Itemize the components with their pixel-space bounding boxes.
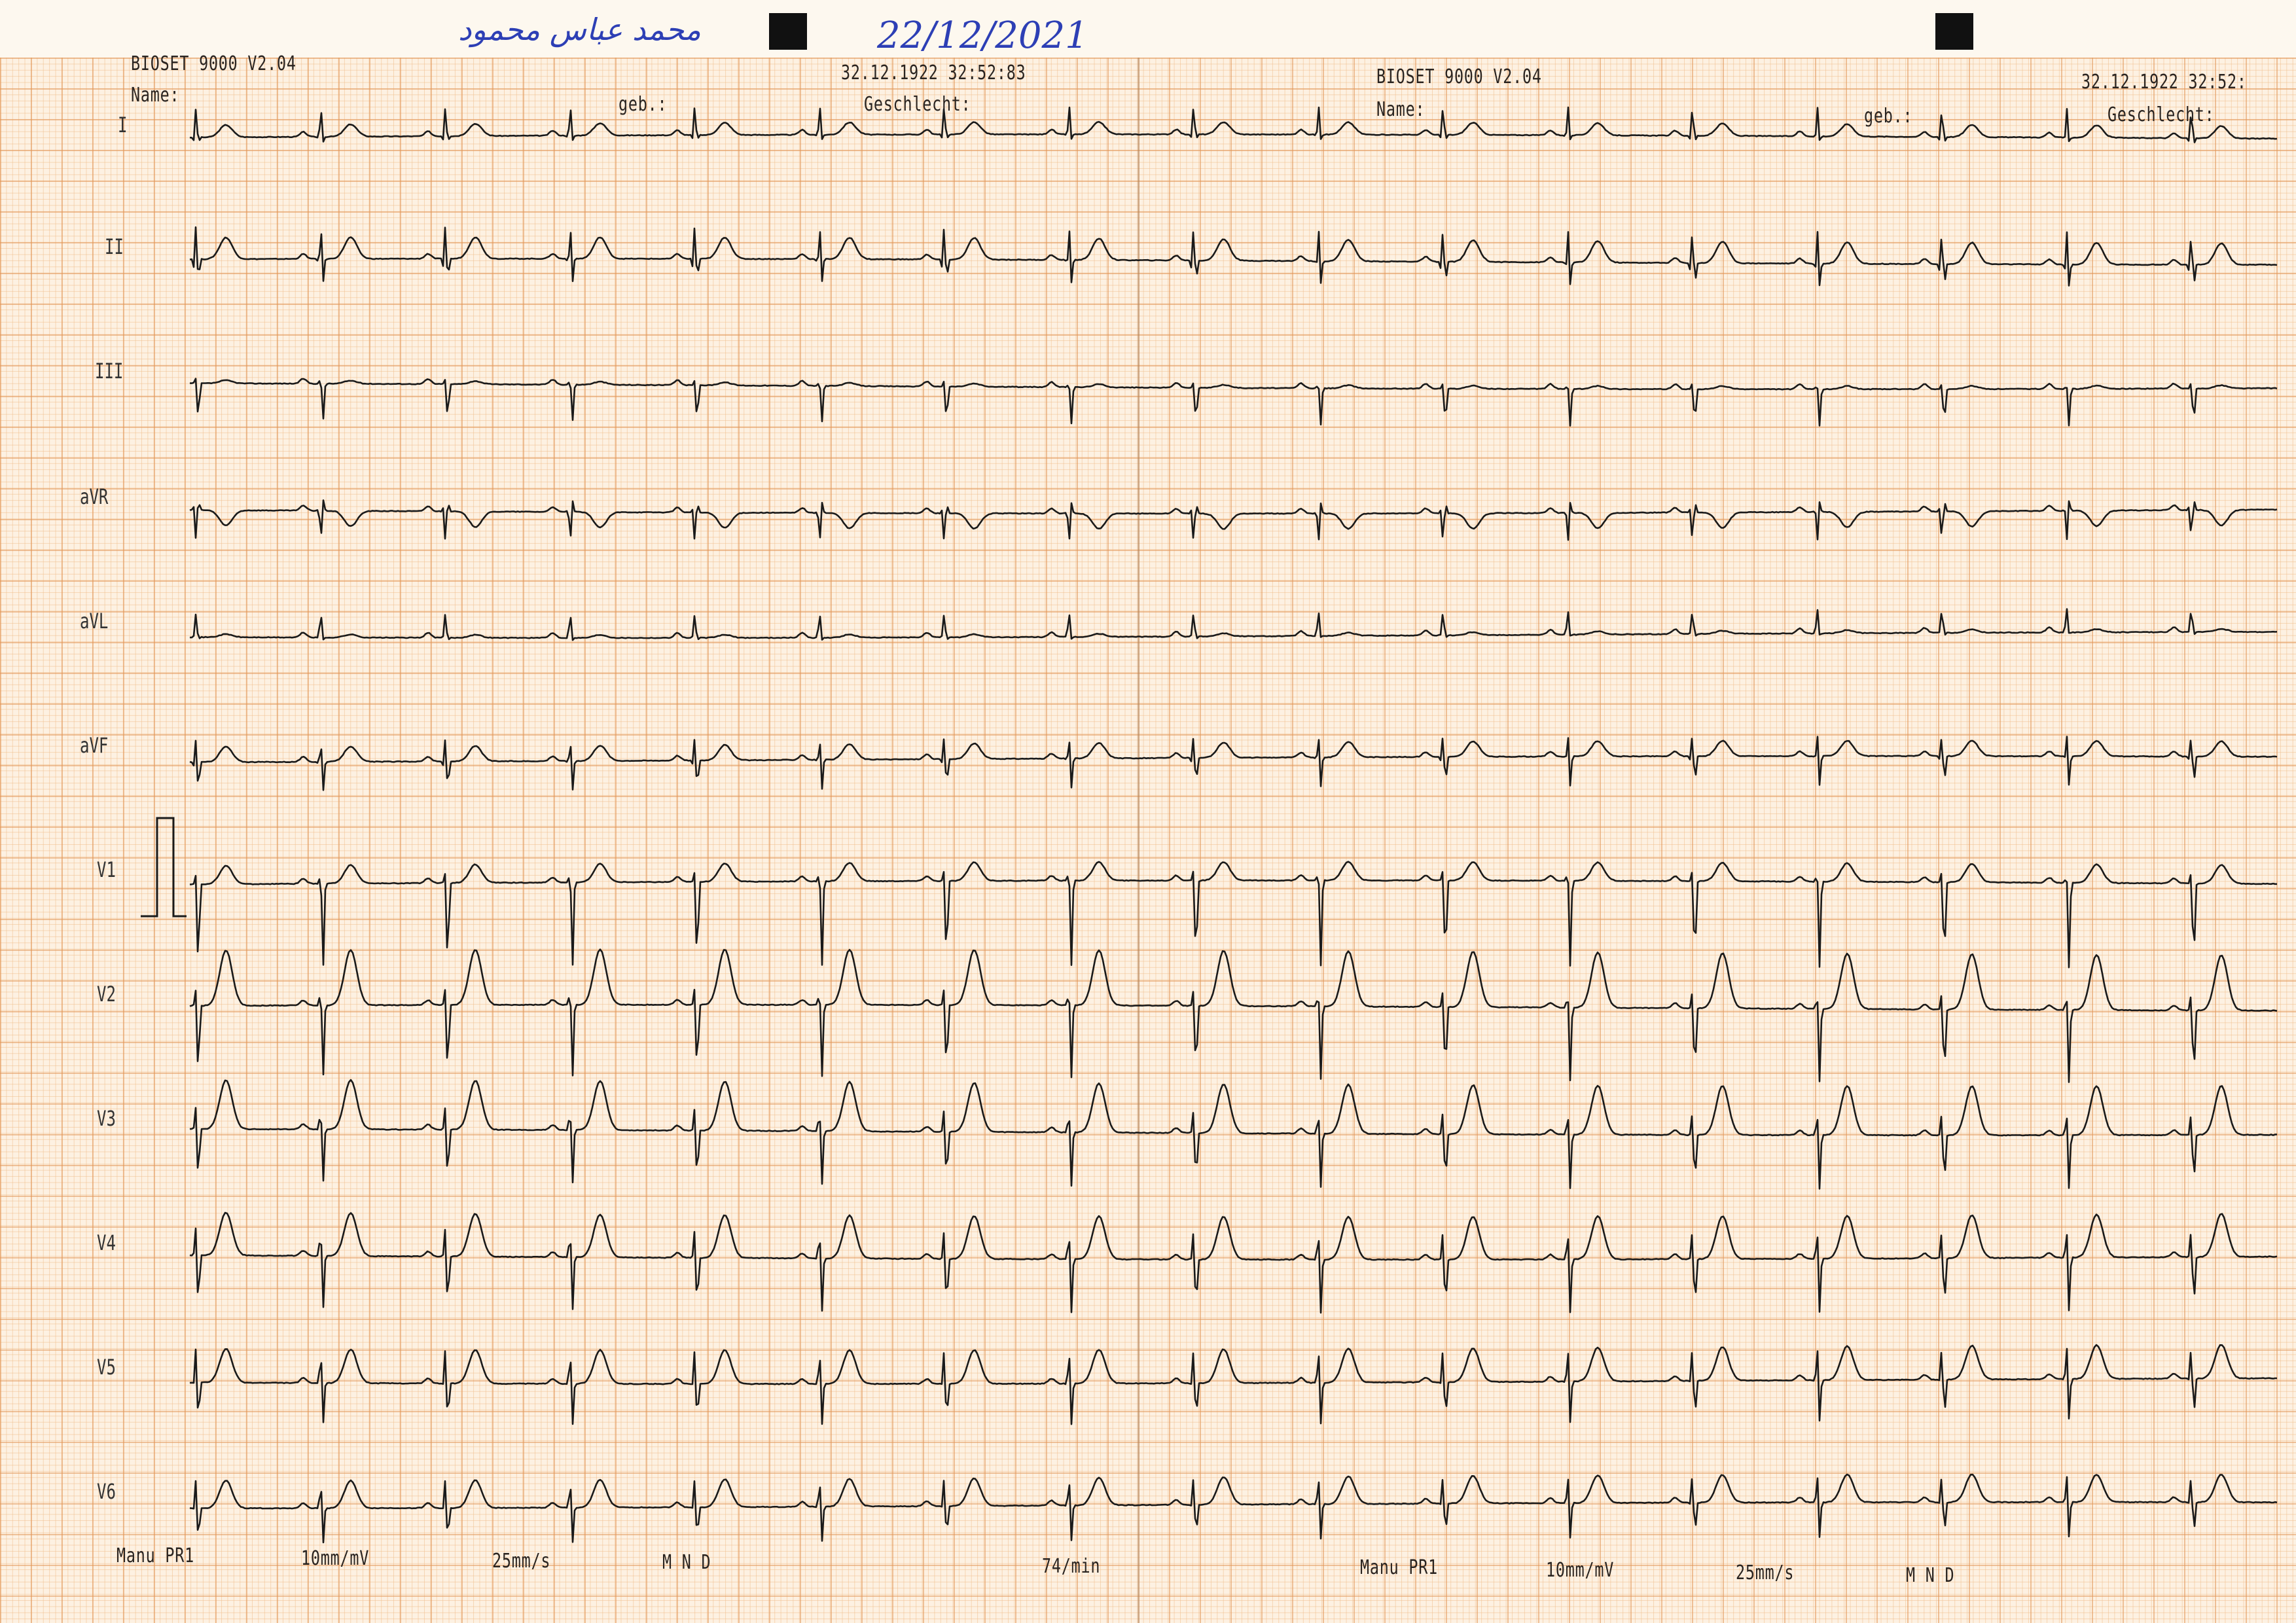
ecg-trace-I (189, 106, 2278, 143)
ecg-trace-V2 (189, 948, 2278, 1083)
calibration-pulse (141, 817, 187, 918)
ecg-trace-aVL (190, 608, 2278, 641)
ecg-trace-V5 (189, 1344, 2277, 1425)
ecg-trace-aVR (189, 499, 2278, 541)
ecg-trace-V1 (189, 861, 2277, 969)
ecg-traces (141, 106, 2278, 1544)
ecg-trace-III (189, 378, 2278, 427)
ecg-trace-aVF (189, 736, 2278, 791)
ecg-trace-V6 (189, 1473, 2278, 1544)
ecg-trace-II (189, 226, 2278, 287)
ecg-trace-V4 (189, 1211, 2278, 1314)
ecg-trace-V3 (189, 1079, 2278, 1190)
